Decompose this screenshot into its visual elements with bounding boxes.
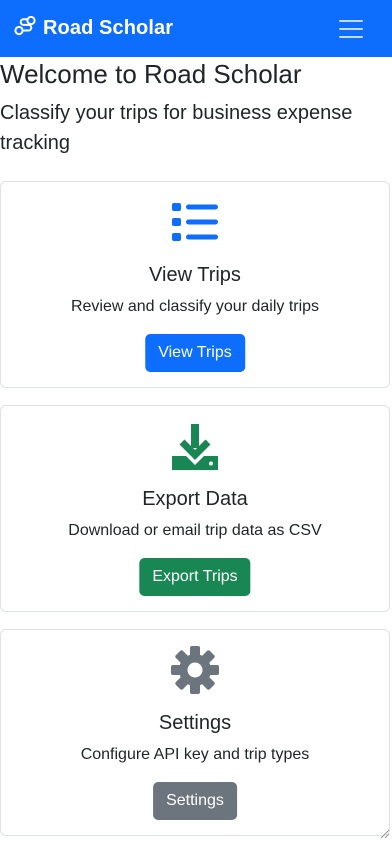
export-data-card: Export Data Download or email trip data … bbox=[0, 405, 390, 612]
export-trips-button[interactable]: Export Trips bbox=[139, 558, 251, 596]
navbar: Road Scholar bbox=[0, 0, 392, 57]
card-text: Configure API key and trip types bbox=[80, 746, 310, 763]
card-title: Settings bbox=[158, 712, 232, 734]
settings-card: Settings Configure API key and trip type… bbox=[0, 629, 390, 836]
gear-icon bbox=[1, 645, 389, 695]
navbar-brand[interactable]: Road Scholar bbox=[14, 15, 174, 41]
card-text: Download or email trip data as CSV bbox=[68, 522, 322, 539]
view-trips-card: View Trips Review and classify your dail… bbox=[0, 181, 390, 388]
route-icon bbox=[14, 15, 36, 41]
page-title: Welcome to Road Scholar bbox=[0, 59, 302, 89]
card-title: Export Data bbox=[142, 488, 248, 510]
hamburger-menu-icon bbox=[339, 19, 363, 38]
card-title: View Trips bbox=[149, 264, 241, 286]
view-trips-button[interactable]: View Trips bbox=[145, 334, 245, 372]
download-icon bbox=[1, 422, 389, 472]
navbar-toggler[interactable] bbox=[322, 9, 380, 49]
resize-grip-icon[interactable] bbox=[378, 826, 390, 844]
settings-button[interactable]: Settings bbox=[153, 782, 237, 820]
brand-name: Road Scholar bbox=[43, 17, 174, 39]
card-text: Review and classify your daily trips bbox=[70, 298, 320, 315]
page-lead: Classify your trips for business expense… bbox=[0, 102, 353, 154]
list-icon bbox=[1, 202, 389, 242]
